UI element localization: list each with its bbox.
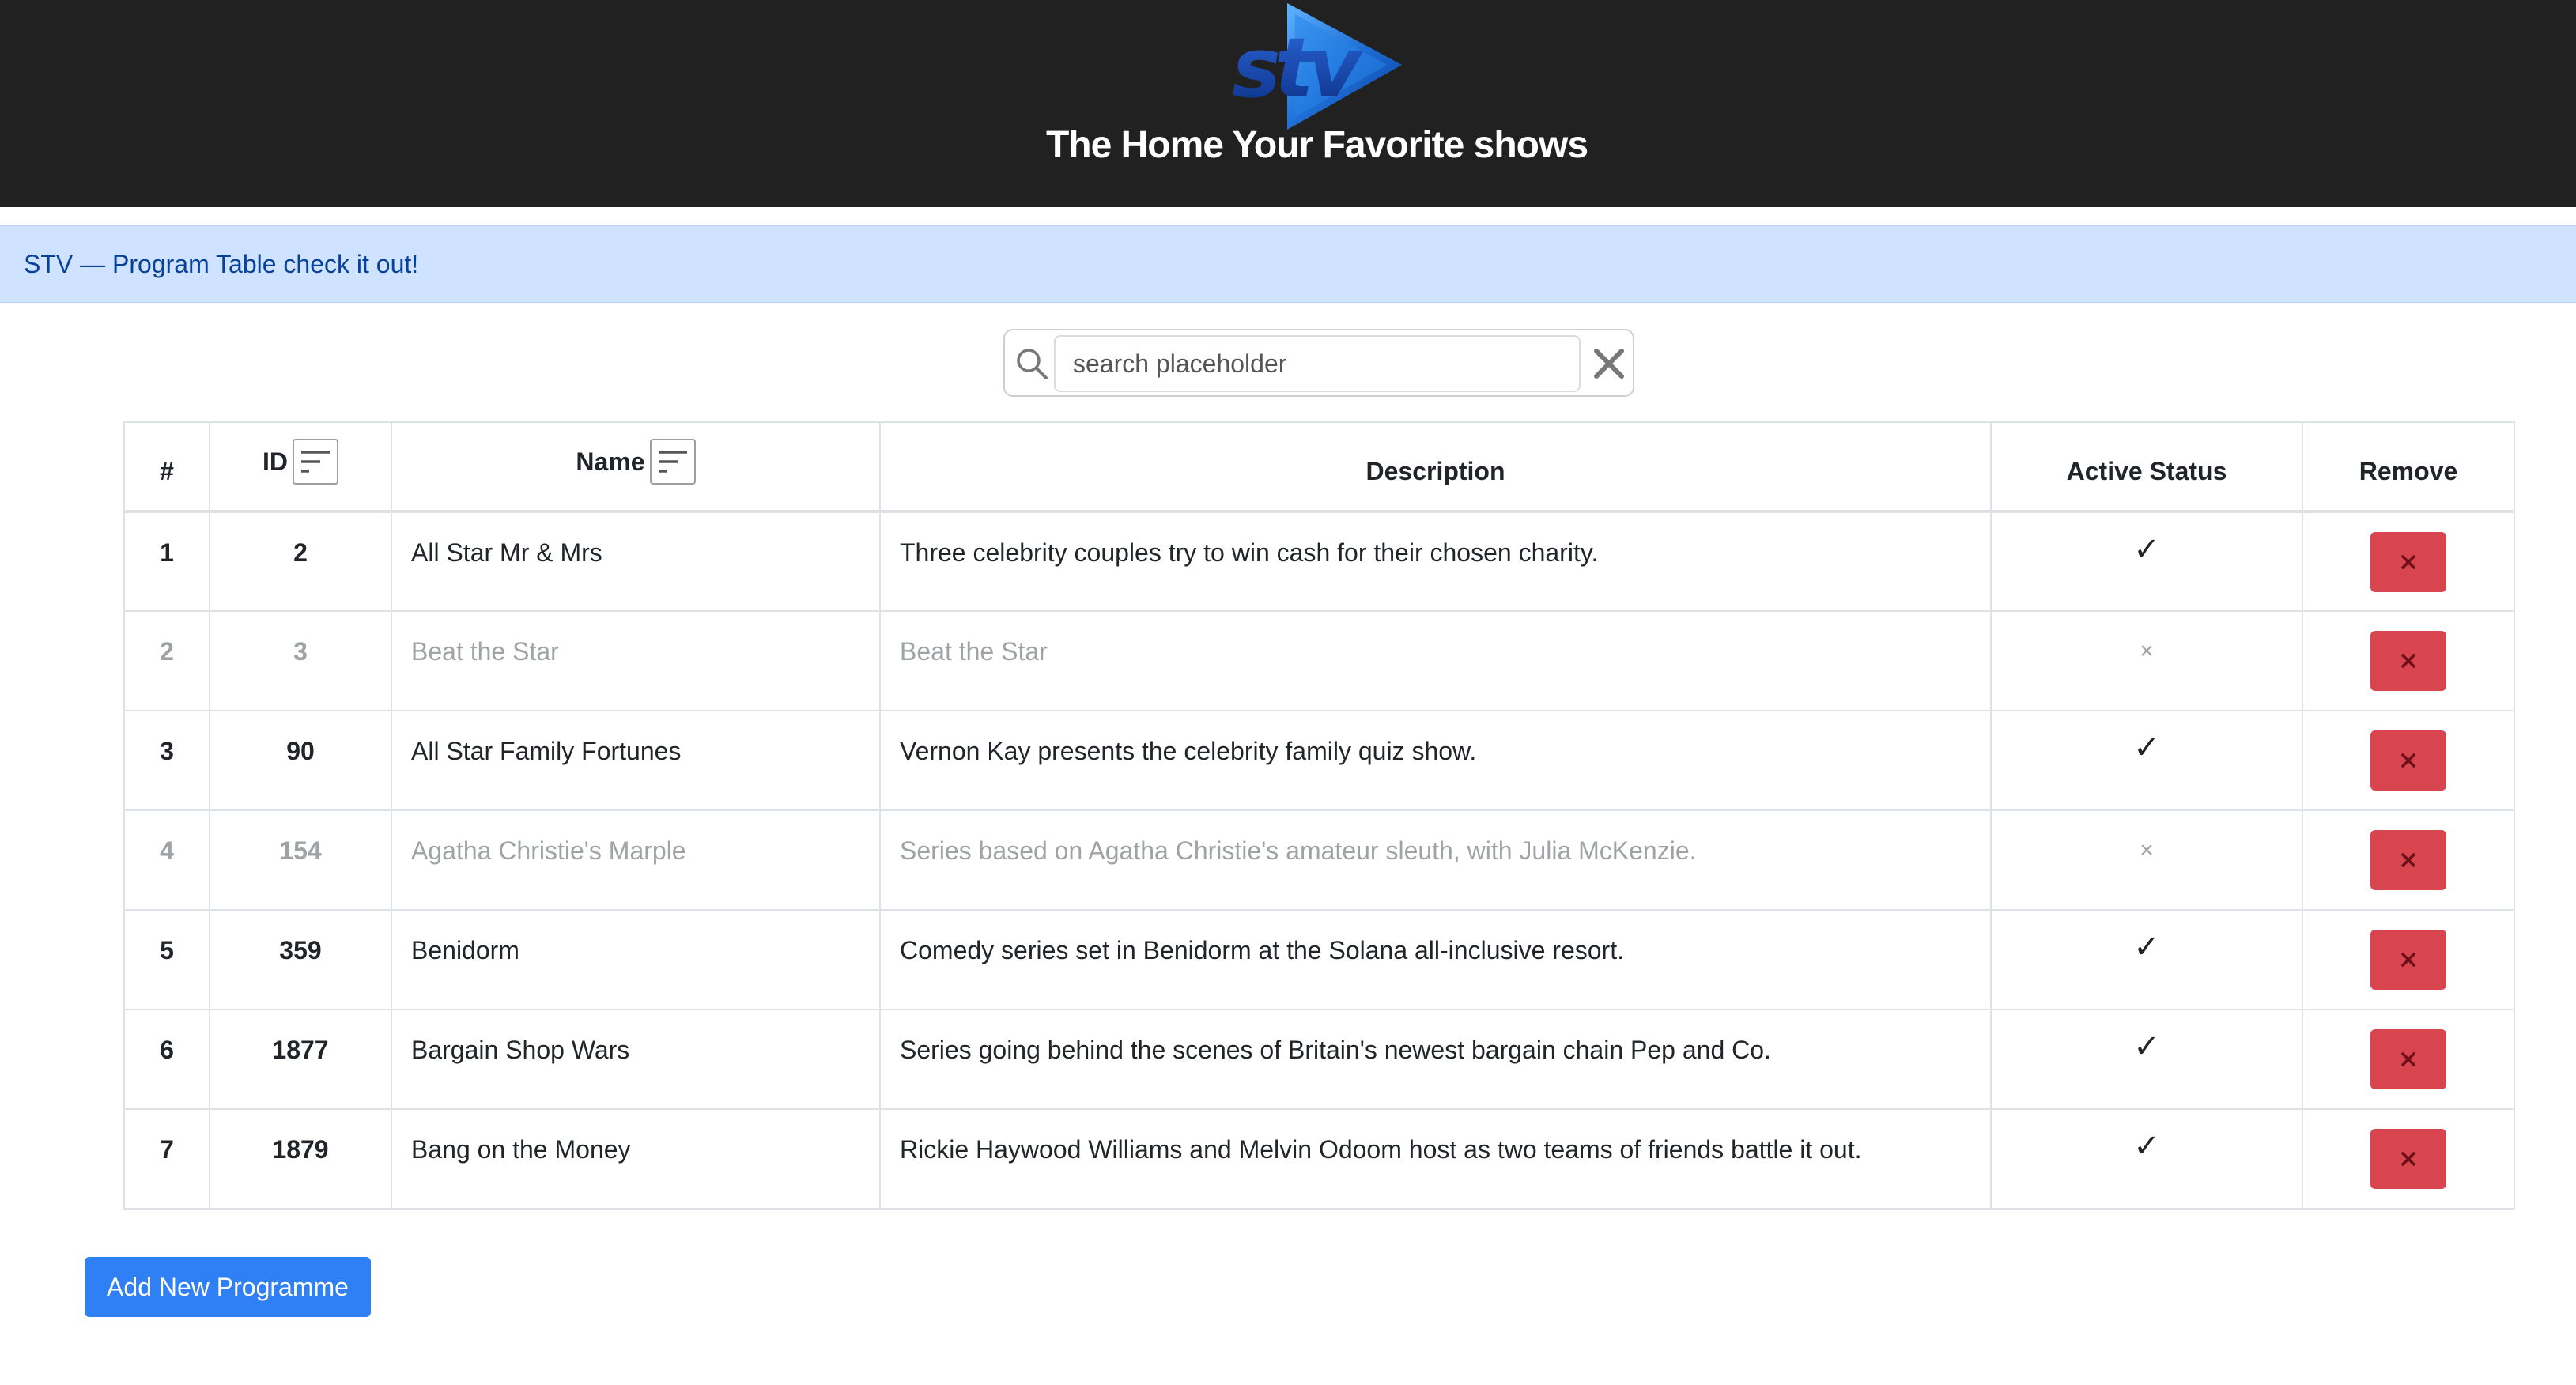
search-icon	[1017, 349, 1048, 379]
site-header: stv The Home Your Favorite shows	[0, 0, 2576, 207]
check-icon: ✓	[2133, 532, 2160, 567]
banner-text: STV — Program Table check it out!	[24, 250, 419, 278]
column-header-name-label: Name	[576, 447, 645, 476]
column-header-number: #	[123, 421, 210, 513]
cell-remove	[2302, 1108, 2515, 1210]
column-header-id-label: ID	[263, 447, 288, 476]
sort-id-icon[interactable]	[293, 439, 338, 485]
remove-button[interactable]	[2370, 631, 2446, 691]
table-header-row: # ID Name Description Active Status Remo…	[123, 421, 2515, 513]
check-icon: ✓	[2133, 1129, 2160, 1164]
cell-active-status: ×	[1990, 610, 2303, 711]
cell-description: Three celebrity couples try to win cash …	[879, 511, 1992, 612]
cell-id: 90	[209, 710, 392, 811]
cell-description: Comedy series set in Benidorm at the Sol…	[879, 909, 1992, 1010]
close-icon	[2401, 1052, 2415, 1066]
column-header-id: ID	[209, 421, 392, 513]
check-icon: ✓	[2133, 730, 2160, 765]
clear-icon[interactable]	[1588, 343, 1630, 384]
remove-button[interactable]	[2370, 1129, 2446, 1189]
cell-name: Beat the Star	[391, 610, 881, 711]
cell-id: 1877	[209, 1009, 392, 1110]
cell-remove	[2302, 511, 2515, 612]
cross-icon: ×	[2140, 638, 2154, 664]
table-row: 2 3 Beat the Star Beat the Star ×	[123, 610, 2515, 711]
cell-description: Series based on Agatha Christie's amateu…	[879, 809, 1992, 911]
remove-button[interactable]	[2370, 532, 2446, 592]
cell-id: 1879	[209, 1108, 392, 1210]
cell-description: Series going behind the scenes of Britai…	[879, 1009, 1992, 1110]
close-icon	[2401, 953, 2415, 967]
column-header-description-label: Description	[1365, 456, 1505, 485]
cell-number: 5	[123, 909, 210, 1010]
close-icon	[2401, 555, 2415, 569]
cell-number: 7	[123, 1108, 210, 1210]
stv-logo: stv	[1232, 3, 1402, 130]
remove-button[interactable]	[2370, 830, 2446, 890]
table-row: 7 1879 Bang on the Money Rickie Haywood Wil…	[123, 1108, 2515, 1210]
cell-id: 154	[209, 809, 392, 911]
column-header-remove-label: Remove	[2359, 456, 2458, 485]
cell-description: Rickie Haywood Williams and Melvin Odoom…	[879, 1108, 1992, 1210]
info-banner: STV — Program Table check it out!	[0, 225, 2576, 303]
cell-id: 2	[209, 511, 392, 612]
cell-number: 2	[123, 610, 210, 711]
add-new-programme-button[interactable]: Add New Programme	[85, 1257, 371, 1317]
table-row: 3 90 All Star Family Fortunes Vernon Kay pr…	[123, 710, 2515, 811]
cell-remove	[2302, 909, 2515, 1010]
close-icon	[2401, 654, 2415, 668]
cell-number: 6	[123, 1009, 210, 1110]
cell-active-status: ✓	[1990, 909, 2303, 1010]
check-icon: ✓	[2133, 930, 2160, 964]
search-box	[1003, 329, 1634, 397]
column-header-remove: Remove	[2302, 421, 2515, 513]
remove-button[interactable]	[2370, 730, 2446, 791]
cell-active-status: ✓	[1990, 1009, 2303, 1110]
cell-name: All Star Family Fortunes	[391, 710, 881, 811]
logo-text: stv	[1232, 20, 1364, 116]
cell-active-status: ✓	[1990, 511, 2303, 612]
cell-active-status: ✓	[1990, 710, 2303, 811]
cell-description: Vernon Kay presents the celebrity family…	[879, 710, 1992, 811]
cell-remove	[2302, 610, 2515, 711]
table-row: 1 2 All Star Mr & Mrs Three celebrity coupl…	[123, 511, 2515, 612]
cross-icon: ×	[2140, 837, 2154, 863]
table-row: 4 154 Agatha Christie's Marple Series based…	[123, 809, 2515, 911]
cell-active-status: ×	[1990, 809, 2303, 911]
header-title: The Home Your Favorite shows	[1045, 124, 1588, 166]
column-header-number-label: #	[160, 456, 174, 485]
table-row: 6 1877 Bargain Shop Wars Series going behin…	[123, 1009, 2515, 1110]
close-icon	[2401, 753, 2415, 768]
remove-button[interactable]	[2370, 930, 2446, 990]
cell-active-status: ✓	[1990, 1108, 2303, 1210]
cell-name: Bargain Shop Wars	[391, 1009, 881, 1110]
cell-remove	[2302, 1009, 2515, 1110]
close-icon	[2401, 853, 2415, 867]
programme-table: # ID Name Description Active Status Remo…	[123, 421, 2515, 1210]
cell-id: 359	[209, 909, 392, 1010]
cell-name: Agatha Christie's Marple	[391, 809, 881, 911]
cell-id: 3	[209, 610, 392, 711]
cell-number: 4	[123, 809, 210, 911]
cell-name: All Star Mr & Mrs	[391, 511, 881, 612]
check-icon: ✓	[2133, 1029, 2160, 1064]
cell-remove	[2302, 710, 2515, 811]
column-header-active-status: Active Status	[1990, 421, 2303, 513]
cell-number: 1	[123, 511, 210, 612]
cell-name: Benidorm	[391, 909, 881, 1010]
column-header-name: Name	[391, 421, 881, 513]
cell-name: Bang on the Money	[391, 1108, 881, 1210]
sort-name-icon[interactable]	[649, 439, 696, 485]
cell-remove	[2302, 809, 2515, 911]
search-input[interactable]	[1054, 335, 1581, 392]
cell-description: Beat the Star	[879, 610, 1992, 711]
table-body: 1 2 All Star Mr & Mrs Three celebrity coupl…	[123, 511, 2515, 1210]
table-row: 5 359 Benidorm Comedy series set in Benidor…	[123, 909, 2515, 1010]
column-header-active-status-label: Active Status	[2066, 456, 2227, 485]
column-header-description: Description	[879, 421, 1992, 513]
remove-button[interactable]	[2370, 1029, 2446, 1089]
close-icon	[2401, 1152, 2415, 1166]
cell-number: 3	[123, 710, 210, 811]
